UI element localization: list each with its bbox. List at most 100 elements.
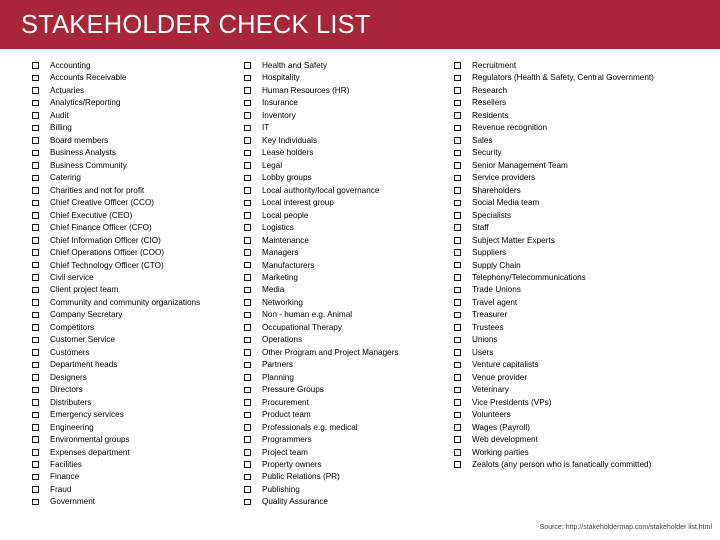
checklist-item[interactable]: IT <box>240 122 452 134</box>
checkbox-empty-square-icon[interactable] <box>244 187 251 194</box>
checkbox-empty-square-icon[interactable] <box>244 62 251 69</box>
checkbox-empty-square-icon[interactable] <box>454 112 461 119</box>
checklist-item[interactable]: Sales <box>450 135 658 147</box>
checkbox-empty-square-icon[interactable] <box>454 411 461 419</box>
checkbox-empty-square-icon[interactable] <box>454 62 461 69</box>
checklist-item[interactable]: Civil service <box>28 272 243 284</box>
checklist-item[interactable]: Research <box>450 85 658 97</box>
checklist-item[interactable]: Chief Creative Officer (CCO) <box>28 197 243 209</box>
checklist-item[interactable]: Property owners <box>240 459 452 471</box>
checkbox-empty-square-icon[interactable] <box>32 299 39 306</box>
checkbox-empty-square-icon[interactable] <box>32 336 39 344</box>
checkbox-empty-square-icon[interactable] <box>244 124 251 132</box>
checklist-item[interactable]: Venture capitalists <box>450 359 658 371</box>
checkbox-empty-square-icon[interactable] <box>32 386 39 394</box>
checkbox-empty-square-icon[interactable] <box>244 349 251 356</box>
checkbox-empty-square-icon[interactable] <box>454 423 461 431</box>
checkbox-empty-square-icon[interactable] <box>32 87 39 94</box>
checklist-item[interactable]: Managers <box>240 247 452 259</box>
checklist-item[interactable]: Web development <box>450 434 658 446</box>
checklist-item[interactable]: Networking <box>240 297 452 309</box>
checklist-item[interactable]: Customer Service <box>28 334 243 346</box>
checkbox-empty-square-icon[interactable] <box>244 423 251 431</box>
checklist-item[interactable]: Suppliers <box>450 247 658 259</box>
checklist-item[interactable]: Venue provider <box>450 372 658 384</box>
checkbox-empty-square-icon[interactable] <box>244 311 251 319</box>
checkbox-empty-square-icon[interactable] <box>32 74 39 82</box>
checklist-item[interactable]: Distributers <box>28 397 243 409</box>
checkbox-empty-square-icon[interactable] <box>32 199 39 207</box>
checklist-item[interactable]: Publishing <box>240 484 452 496</box>
checklist-item[interactable]: Legal <box>240 160 452 172</box>
checklist-item[interactable]: Project team <box>240 447 452 459</box>
checkbox-empty-square-icon[interactable] <box>244 299 251 306</box>
checkbox-empty-square-icon[interactable] <box>244 411 251 419</box>
checklist-item[interactable]: Trade Unions <box>450 284 658 296</box>
checkbox-empty-square-icon[interactable] <box>244 174 251 182</box>
checklist-item[interactable]: Specialists <box>450 210 658 222</box>
checkbox-empty-square-icon[interactable] <box>32 137 39 144</box>
checkbox-empty-square-icon[interactable] <box>454 349 461 356</box>
checkbox-empty-square-icon[interactable] <box>32 486 39 493</box>
checklist-item[interactable]: Shareholders <box>450 185 658 197</box>
checkbox-empty-square-icon[interactable] <box>244 486 251 493</box>
checklist-item[interactable]: Quality Assurance <box>240 496 452 508</box>
checkbox-empty-square-icon[interactable] <box>244 274 251 281</box>
checkbox-empty-square-icon[interactable] <box>454 324 461 331</box>
checkbox-empty-square-icon[interactable] <box>454 137 461 144</box>
checklist-item[interactable]: Revenue recognition <box>450 122 658 134</box>
checkbox-empty-square-icon[interactable] <box>454 274 461 281</box>
checklist-item[interactable]: Emergency services <box>28 409 243 421</box>
checklist-item[interactable]: Pressure Groups <box>240 384 452 396</box>
checklist-item[interactable]: Telephony/Telecommunications <box>450 272 658 284</box>
checkbox-empty-square-icon[interactable] <box>454 87 461 94</box>
checkbox-empty-square-icon[interactable] <box>454 448 461 456</box>
checklist-item[interactable]: Security <box>450 147 658 159</box>
checkbox-empty-square-icon[interactable] <box>244 199 251 207</box>
checklist-item[interactable]: Fraud <box>28 484 243 496</box>
checkbox-empty-square-icon[interactable] <box>454 99 461 107</box>
checklist-item[interactable]: Other Program and Project Managers <box>240 347 452 359</box>
checklist-item[interactable]: Regulators (Health & Safety, Central Gov… <box>450 72 658 84</box>
checkbox-empty-square-icon[interactable] <box>244 498 251 506</box>
checkbox-empty-square-icon[interactable] <box>32 236 39 244</box>
checklist-item[interactable]: Expenses department <box>28 447 243 459</box>
checkbox-empty-square-icon[interactable] <box>244 99 251 107</box>
checkbox-empty-square-icon[interactable] <box>244 399 251 406</box>
checkbox-empty-square-icon[interactable] <box>32 249 39 257</box>
checklist-item[interactable]: Treasurer <box>450 309 658 321</box>
checkbox-empty-square-icon[interactable] <box>244 236 251 244</box>
checklist-item[interactable]: Health and Safety <box>240 60 452 72</box>
checklist-item[interactable]: Insurance <box>240 97 452 109</box>
checklist-item[interactable]: Lobby groups <box>240 172 452 184</box>
checkbox-empty-square-icon[interactable] <box>32 324 39 331</box>
checkbox-empty-square-icon[interactable] <box>32 436 39 444</box>
checkbox-empty-square-icon[interactable] <box>32 274 39 281</box>
checkbox-empty-square-icon[interactable] <box>454 149 461 157</box>
checklist-item[interactable]: Unions <box>450 334 658 346</box>
checklist-item[interactable]: Volunteers <box>450 409 658 421</box>
checklist-item[interactable]: Public Relations (PR) <box>240 471 452 483</box>
checklist-item[interactable]: Local authority/local governance <box>240 185 452 197</box>
checkbox-empty-square-icon[interactable] <box>454 386 461 394</box>
checklist-item[interactable]: Subject Matter Experts <box>450 235 658 247</box>
checkbox-empty-square-icon[interactable] <box>454 436 461 444</box>
checklist-item[interactable]: Chief Finance Officer (CFO) <box>28 222 243 234</box>
checkbox-empty-square-icon[interactable] <box>32 473 39 481</box>
checkbox-empty-square-icon[interactable] <box>454 336 461 344</box>
checkbox-empty-square-icon[interactable] <box>32 423 39 431</box>
checkbox-empty-square-icon[interactable] <box>244 162 251 169</box>
checklist-item[interactable]: Local people <box>240 210 452 222</box>
checkbox-empty-square-icon[interactable] <box>32 162 39 169</box>
checkbox-empty-square-icon[interactable] <box>454 461 461 468</box>
checkbox-empty-square-icon[interactable] <box>244 87 251 94</box>
checklist-item[interactable]: Chief Technology Officer (CTO) <box>28 260 243 272</box>
checkbox-empty-square-icon[interactable] <box>244 112 251 119</box>
checklist-item[interactable]: Supply Chain <box>450 260 658 272</box>
checklist-item[interactable]: Veterinary <box>450 384 658 396</box>
checklist-item[interactable]: Professionals e.g. medical <box>240 422 452 434</box>
checklist-item[interactable]: Environmental groups <box>28 434 243 446</box>
checklist-item[interactable]: Chief Information Officer (CIO) <box>28 235 243 247</box>
checkbox-empty-square-icon[interactable] <box>32 124 39 132</box>
checklist-item[interactable]: Service providers <box>450 172 658 184</box>
